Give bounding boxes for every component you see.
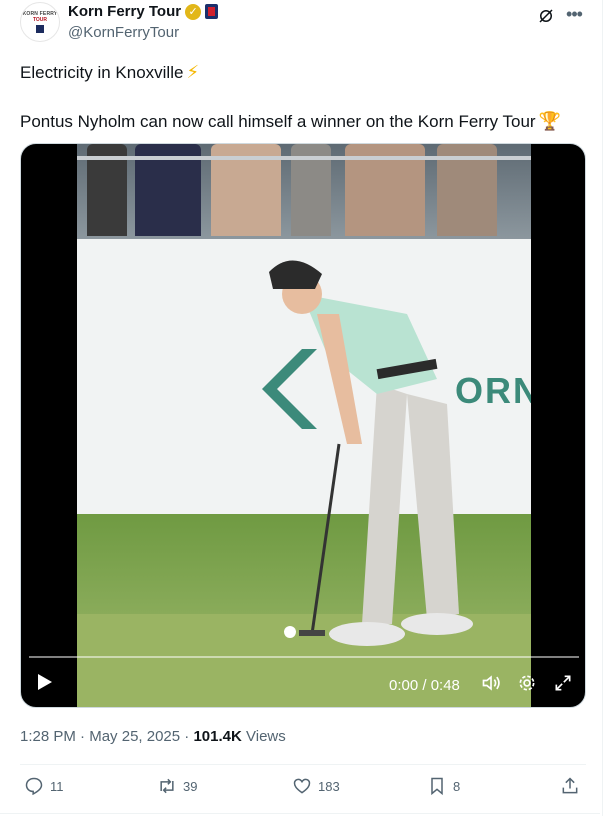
video-progress-bar[interactable] [29, 656, 579, 658]
tweet-actions: 11 39 183 8 [20, 776, 590, 800]
bookmark-icon [431, 777, 443, 796]
tweet-meta: 1:28 PM · May 25, 2025 · 101.4K Views [20, 728, 286, 745]
avatar-logo-icon [36, 25, 44, 33]
volume-icon[interactable] [481, 673, 501, 693]
share-button[interactable] [560, 776, 580, 796]
tweet-line-2: Pontus Nyholm can now call himself a win… [20, 112, 536, 131]
bottom-divider [0, 813, 600, 814]
author-handle[interactable]: @KornFerryTour [68, 24, 218, 41]
heart-icon [293, 778, 311, 794]
views-count: 101.4K [193, 728, 242, 745]
tweet-time[interactable]: 1:28 PM [20, 728, 76, 745]
reply-icon [25, 777, 43, 796]
repost-count: 39 [183, 778, 198, 794]
bookmark-count: 8 [453, 778, 461, 794]
tweet-text: Electricity in Knoxville ⚡ Pontus Nyholm … [20, 60, 590, 134]
video-frame[interactable]: ORN [77, 144, 531, 707]
like-count: 183 [318, 778, 340, 794]
video-player[interactable]: ORN 0:00 [20, 143, 586, 708]
repost-icon [160, 778, 174, 794]
author-names: Korn Ferry Tour ✓ @KornFerryTour [68, 3, 219, 41]
settings-icon[interactable] [517, 673, 537, 693]
play-icon[interactable] [35, 673, 53, 691]
video-controls: 0:00 / 0:48 [21, 664, 585, 707]
avatar[interactable]: KORN FERRY TOUR [20, 2, 60, 42]
verified-badge-icon[interactable]: ✓ [185, 3, 202, 20]
tweet-header: KORN FERRY TOUR Korn Ferry Tour ✓ @KornF… [20, 2, 590, 44]
display-name[interactable]: Korn Ferry Tour [68, 3, 181, 20]
fullscreen-icon[interactable] [553, 673, 573, 693]
meta-separator: · [80, 728, 86, 745]
affiliation-badge-icon[interactable] [205, 4, 219, 19]
tweet-line-1: Electricity in Knoxville [20, 63, 184, 82]
video-golfer [269, 260, 473, 646]
timeline-border [602, 0, 603, 816]
repost-button[interactable]: 39 [157, 776, 197, 796]
bookmark-button[interactable]: 8 [427, 776, 460, 796]
share-icon [562, 777, 578, 794]
reply-count: 11 [50, 778, 64, 794]
tweet-date[interactable]: May 25, 2025 [89, 728, 180, 745]
more-options-icon[interactable]: ••• [564, 4, 584, 24]
grok-icon[interactable] [536, 6, 556, 26]
trophy-emoji-icon: 🏆 [538, 111, 562, 131]
meta-separator: · [184, 728, 190, 745]
avatar-text-bottom: TOUR [32, 17, 48, 23]
like-button[interactable]: 183 [292, 776, 340, 796]
views-label: Views [246, 728, 286, 745]
reply-button[interactable]: 11 [24, 776, 64, 796]
lightning-emoji-icon: ⚡ [186, 62, 200, 82]
divider [20, 764, 586, 765]
video-time: 0:00 / 0:48 [389, 677, 460, 694]
